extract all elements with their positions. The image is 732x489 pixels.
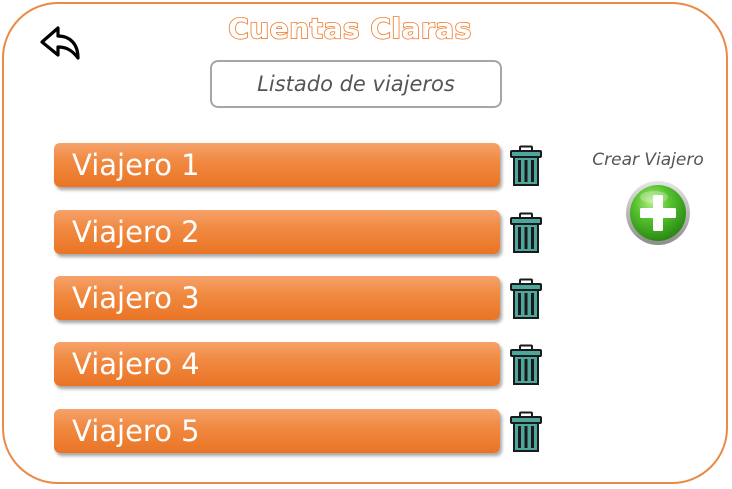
trash-icon (510, 411, 542, 452)
list-item: Viajero 1 (54, 143, 554, 189)
delete-traveler-button[interactable] (509, 145, 543, 187)
delete-traveler-button[interactable] (509, 344, 543, 386)
plus-circle-icon (626, 181, 690, 245)
back-button[interactable] (38, 24, 84, 64)
delete-traveler-button[interactable] (509, 278, 543, 320)
traveler-button[interactable]: Viajero 5 (54, 409, 500, 453)
list-item: Viajero 2 (54, 210, 554, 256)
list-item: Viajero 5 (54, 409, 554, 455)
app-title: Cuentas Claras (227, 11, 472, 46)
list-item: Viajero 4 (54, 342, 554, 388)
delete-traveler-button[interactable] (509, 212, 543, 254)
trash-icon (510, 344, 542, 385)
delete-traveler-button[interactable] (509, 411, 543, 453)
traveler-button[interactable]: Viajero 2 (54, 210, 500, 254)
page-subtitle: Listado de viajeros (210, 60, 502, 108)
back-arrow-icon (40, 26, 80, 60)
trash-icon (510, 145, 542, 186)
traveler-button[interactable]: Viajero 1 (54, 143, 500, 187)
list-item: Viajero 3 (54, 276, 554, 322)
create-traveler-label: Crear Viajero (592, 150, 704, 170)
traveler-button[interactable]: Viajero 4 (54, 342, 500, 386)
trash-icon (510, 212, 542, 253)
create-traveler-button[interactable] (624, 179, 692, 247)
trash-icon (510, 278, 542, 319)
traveler-button[interactable]: Viajero 3 (54, 276, 500, 320)
